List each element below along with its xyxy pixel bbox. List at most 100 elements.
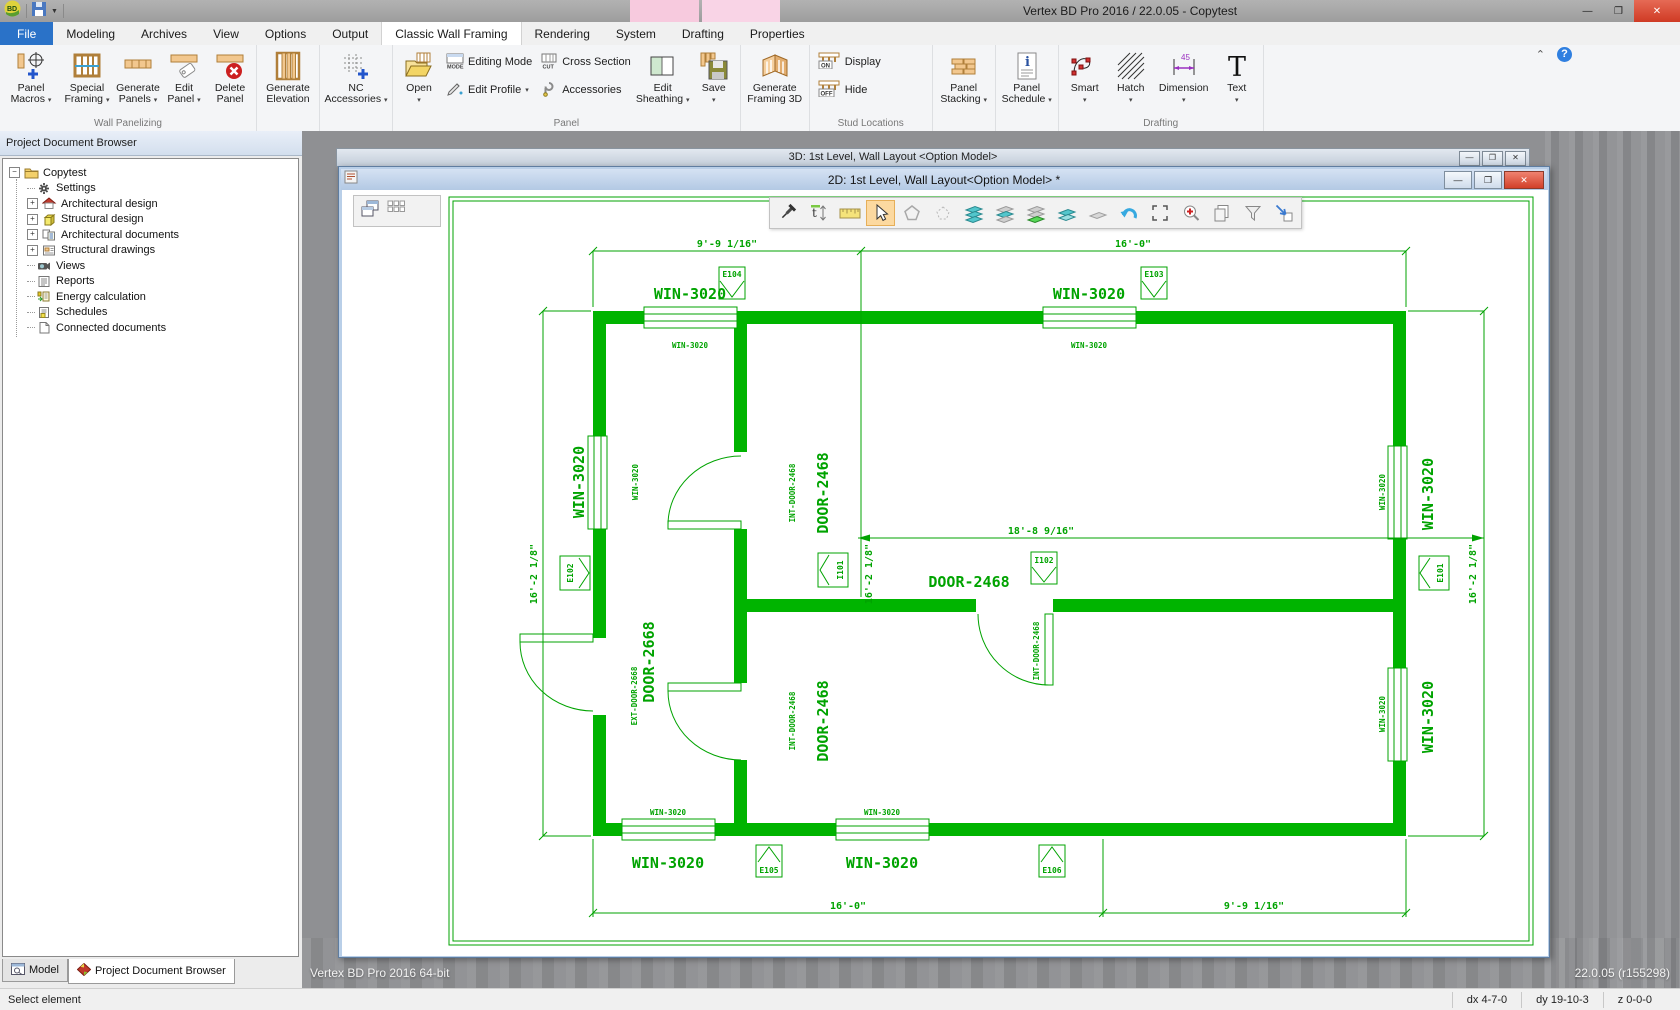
help-icon[interactable]: ? bbox=[1557, 47, 1572, 62]
tag-i101[interactable]: I101 bbox=[818, 553, 848, 587]
generate-panels-button[interactable]: Generate Panels ▾ bbox=[115, 45, 161, 106]
tag-i102[interactable]: I102 bbox=[1031, 552, 1057, 584]
selection-frame-icon[interactable] bbox=[1145, 200, 1174, 226]
undo-icon[interactable] bbox=[1114, 200, 1143, 226]
layers-active-icon[interactable] bbox=[1021, 200, 1050, 226]
edit-sheathing-button[interactable]: Edit Sheathing ▾ bbox=[635, 45, 691, 106]
tag-e102[interactable]: E102 bbox=[560, 556, 590, 590]
delete-panel-button[interactable]: Delete Panel bbox=[207, 45, 253, 105]
component-labels[interactable]: WIN-3020 WIN-3020 WIN-3020 WIN-3020 DOOR… bbox=[570, 285, 1437, 872]
smart-button[interactable]: Smart▾ bbox=[1062, 45, 1108, 106]
measure-height-icon[interactable]: t bbox=[804, 200, 833, 226]
restore-button[interactable]: ❐ bbox=[1482, 151, 1503, 166]
panel-stacking-button[interactable]: Panel Stacking ▾ bbox=[936, 45, 992, 106]
open-button[interactable]: Open▾ bbox=[396, 45, 442, 106]
tab-system[interactable]: System bbox=[603, 22, 669, 45]
panel-schedule-button[interactable]: i Panel Schedule ▾ bbox=[999, 45, 1055, 106]
expand-expander[interactable]: + bbox=[27, 245, 38, 256]
polygon-select-icon[interactable] bbox=[897, 200, 926, 226]
tab-file[interactable]: File bbox=[0, 22, 53, 45]
tree-item-architectural-design[interactable]: + Architectural design bbox=[9, 196, 298, 212]
tree-item-connected-documents[interactable]: Connected documents bbox=[9, 320, 298, 336]
tree-item-settings[interactable]: Settings bbox=[9, 181, 298, 197]
cascade-windows-icon[interactable] bbox=[360, 199, 380, 224]
tab-drafting[interactable]: Drafting bbox=[669, 22, 737, 45]
display-stud-locations-button[interactable]: ON Display bbox=[813, 51, 929, 73]
floor-plan-drawing[interactable]: 9'-9 1/16" 16'-0" 18'-8 9/16" 16'-0" 9'-… bbox=[342, 190, 1548, 956]
minimize-button[interactable]: — bbox=[1444, 171, 1472, 189]
minimize-button[interactable]: — bbox=[1572, 0, 1603, 22]
collapse-ribbon-icon[interactable]: ⌃ bbox=[1536, 48, 1545, 61]
special-framing-button[interactable]: Special Framing ▾ bbox=[59, 45, 115, 106]
maximize-button[interactable]: ❐ bbox=[1603, 0, 1634, 22]
tree-item-energy-calculation[interactable]: Energy calculation bbox=[9, 289, 298, 305]
generate-framing-3d-button[interactable]: Generate Framing 3D bbox=[744, 45, 806, 105]
layers-mixed-icon[interactable] bbox=[990, 200, 1019, 226]
minimize-button[interactable]: — bbox=[1459, 151, 1480, 166]
panel-macros-button[interactable]: Panel Macros ▾ bbox=[3, 45, 59, 106]
tab-project-document-browser[interactable]: Project Document Browser bbox=[68, 959, 235, 984]
zoom-in-icon[interactable] bbox=[1176, 200, 1205, 226]
cross-section-button[interactable]: CUT Cross Section bbox=[536, 51, 634, 73]
layers-icon[interactable] bbox=[959, 200, 988, 226]
expand-expander[interactable]: + bbox=[27, 229, 38, 240]
tab-view[interactable]: View bbox=[200, 22, 252, 45]
tag-e106[interactable]: E106 bbox=[1039, 845, 1065, 877]
tree-item-reports[interactable]: Reports bbox=[9, 274, 298, 290]
ribbon-group-drafting: Smart▾ Hatch▾ 45 Dimension▾ T Text▾ Draf… bbox=[1059, 45, 1264, 131]
tree-item-structural-design[interactable]: + Structural design bbox=[9, 212, 298, 228]
tree-item-schedules[interactable]: Schedules bbox=[9, 305, 298, 321]
window-3d-wall-layout[interactable]: 3D: 1st Level, Wall Layout <Option Model… bbox=[336, 148, 1530, 167]
expand-expander[interactable]: + bbox=[27, 198, 38, 209]
app-logo-icon[interactable]: BD bbox=[4, 0, 21, 22]
maximize-button[interactable]: ❐ bbox=[1474, 171, 1502, 189]
accessories-button[interactable]: Accessories bbox=[536, 79, 634, 101]
close-button[interactable]: ✕ bbox=[1505, 151, 1526, 166]
polygon-dashed-icon[interactable] bbox=[928, 200, 957, 226]
editing-mode-button[interactable]: MODE Editing Mode bbox=[442, 51, 536, 73]
tree-item-structural-drawings[interactable]: + Structural drawings bbox=[9, 243, 298, 259]
select-cursor-icon[interactable] bbox=[866, 200, 895, 226]
tab-modeling[interactable]: Modeling bbox=[53, 22, 128, 45]
tree-item-copytest[interactable]: − Copytest bbox=[9, 165, 298, 181]
tab-output[interactable]: Output bbox=[319, 22, 381, 45]
tab-classic-wall-framing[interactable]: Classic Wall Framing bbox=[381, 22, 521, 45]
tab-properties[interactable]: Properties bbox=[737, 22, 818, 45]
save-panel-button[interactable]: Save▾ bbox=[691, 45, 737, 106]
edit-panel-button[interactable]: Edit Panel ▾ bbox=[161, 45, 207, 106]
tag-e101[interactable]: E101 bbox=[1419, 556, 1449, 590]
hide-stud-locations-button[interactable]: OFF Hide bbox=[813, 79, 929, 101]
tab-archives[interactable]: Archives bbox=[128, 22, 200, 45]
save-icon[interactable] bbox=[32, 2, 46, 21]
ruler-icon[interactable] bbox=[835, 200, 864, 226]
tag-e105[interactable]: E105 bbox=[756, 845, 782, 877]
tag-e103[interactable]: E103 bbox=[1141, 267, 1167, 299]
drawing-canvas[interactable]: 9'-9 1/16" 16'-0" 18'-8 9/16" 16'-0" 9'-… bbox=[342, 190, 1548, 956]
hatch-button[interactable]: Hatch▾ bbox=[1108, 45, 1154, 106]
elevation-tags[interactable]: E104 E103 E105 E106 E102 E101 I101 I102 bbox=[560, 267, 1449, 877]
layer-flat-icon[interactable] bbox=[1083, 200, 1112, 226]
collapse-expander[interactable]: − bbox=[9, 167, 20, 178]
window-2d-wall-layout[interactable]: 2D: 1st Level, Wall Layout<Option Model>… bbox=[338, 166, 1550, 958]
tab-options[interactable]: Options bbox=[252, 22, 319, 45]
close-button[interactable]: ✕ bbox=[1634, 0, 1680, 22]
edit-profile-button[interactable]: Edit Profile ▾ bbox=[442, 79, 536, 101]
tab-rendering[interactable]: Rendering bbox=[522, 22, 603, 45]
tab-model[interactable]: Model bbox=[2, 959, 68, 982]
close-button[interactable]: ✕ bbox=[1504, 171, 1544, 189]
pin-tool-icon[interactable] bbox=[773, 200, 802, 226]
move-to-view-icon[interactable] bbox=[1269, 200, 1298, 226]
nc-accessories-button[interactable]: NC Accessories ▾ bbox=[323, 45, 389, 106]
dimension-button[interactable]: 45 Dimension▾ bbox=[1154, 45, 1214, 106]
filter-icon[interactable] bbox=[1238, 200, 1267, 226]
expand-expander[interactable]: + bbox=[27, 214, 38, 225]
text-button[interactable]: T Text▾ bbox=[1214, 45, 1260, 106]
window-titlebar[interactable]: 2D: 1st Level, Wall Layout<Option Model>… bbox=[341, 169, 1547, 190]
qat-dropdown-icon[interactable]: ▼ bbox=[51, 8, 58, 15]
generate-elevation-button[interactable]: Generate Elevation bbox=[260, 45, 316, 105]
layer-sheet-icon[interactable] bbox=[1052, 200, 1081, 226]
tree-item-architectural-documents[interactable]: + Architectural documents bbox=[9, 227, 298, 243]
copy-icon[interactable] bbox=[1207, 200, 1236, 226]
tree-item-views[interactable]: Views bbox=[9, 258, 298, 274]
grid-view-icon[interactable] bbox=[386, 199, 406, 224]
